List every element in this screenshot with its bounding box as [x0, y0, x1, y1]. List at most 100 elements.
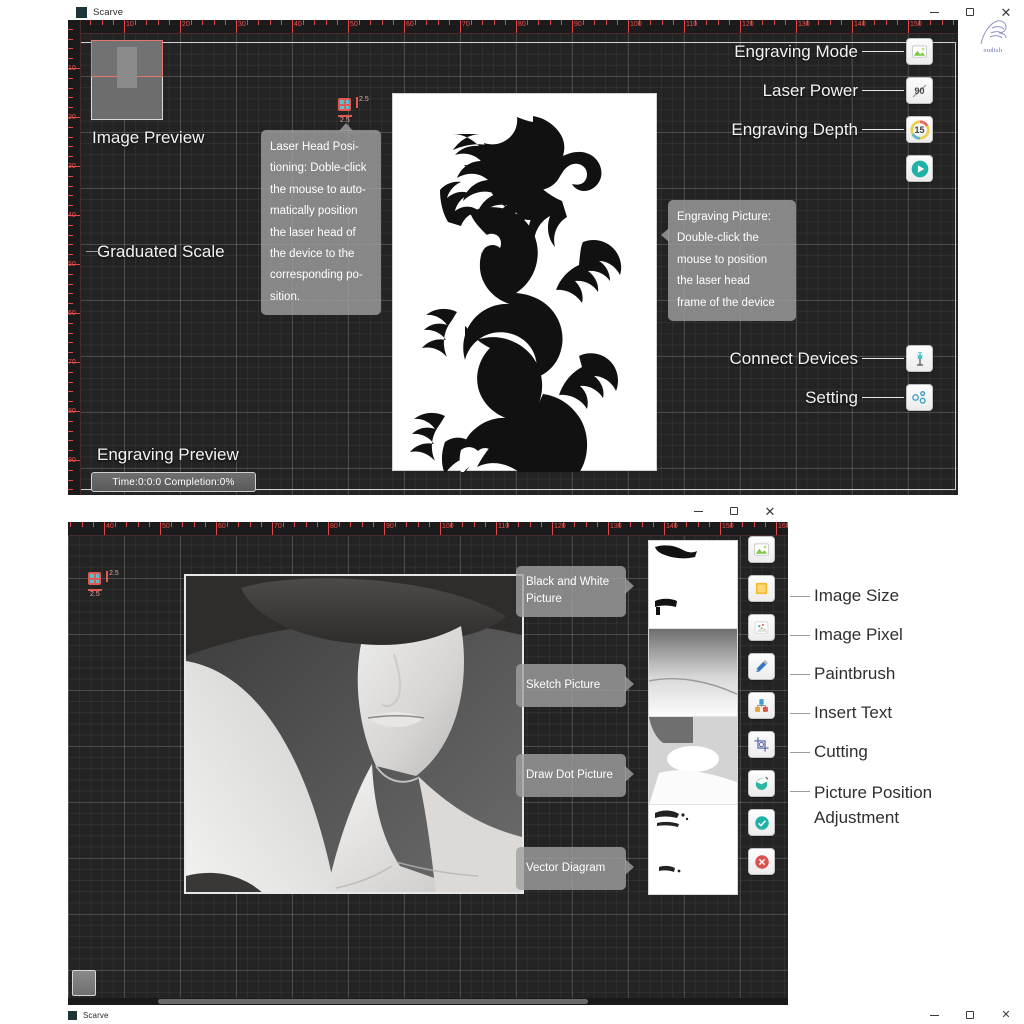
- maximize-icon[interactable]: [952, 1007, 988, 1023]
- thumbnail-black-white[interactable]: [649, 541, 737, 629]
- label-setting: Setting: [805, 388, 858, 407]
- ruler-tick: [325, 20, 327, 25]
- ruler-tick: [392, 20, 394, 25]
- ruler-label: 80: [518, 21, 526, 28]
- bubble-line-3: the mouse to auto-: [270, 183, 366, 196]
- thumbnail-sketch[interactable]: [649, 629, 737, 717]
- ruler-label: 140: [854, 21, 866, 28]
- button-laser-power[interactable]: 90: [906, 77, 933, 104]
- close-icon[interactable]: ✕: [988, 1007, 1024, 1023]
- ruler-tick: [227, 522, 229, 527]
- image-pixel-icon: [754, 621, 769, 634]
- bubble-line-5: the laser head of: [270, 226, 356, 239]
- close-icon[interactable]: ✕: [752, 500, 788, 522]
- minimize-icon[interactable]: [680, 500, 716, 522]
- window2-titlebar[interactable]: ✕: [68, 500, 788, 522]
- ruler-tick: [930, 20, 932, 25]
- button-connect-devices[interactable]: [906, 345, 933, 372]
- ruler-tick: [92, 522, 94, 527]
- button-paintbrush[interactable]: [748, 653, 775, 680]
- ruler-tick: [238, 522, 240, 527]
- button-cancel[interactable]: [748, 848, 775, 875]
- engraving-picture[interactable]: [392, 93, 657, 472]
- bubble-line-1: Vector Diagram: [526, 862, 606, 874]
- button-engraving-mode[interactable]: [748, 536, 775, 563]
- button-image-pixel[interactable]: [748, 614, 775, 641]
- ruler-label: 50: [68, 261, 76, 268]
- ruler-tick-major: [292, 20, 293, 33]
- preview-thumbnail-strip[interactable]: [648, 540, 738, 895]
- ruler-label: 100: [630, 21, 642, 28]
- leader-image-pixel: [790, 635, 810, 636]
- thumbnail-dot[interactable]: [649, 717, 737, 805]
- button-setting[interactable]: [906, 384, 933, 411]
- picture-position-icon: [755, 776, 769, 790]
- button-engraving-mode[interactable]: [906, 38, 933, 65]
- ruler-label: 100: [442, 523, 454, 530]
- button-cutting[interactable]: [748, 731, 775, 758]
- button-insert-text[interactable]: [748, 692, 775, 719]
- ruler-tick: [68, 303, 73, 305]
- button-picture-position-adjustment[interactable]: [748, 770, 775, 797]
- laser-head-marker[interactable]: 2.5 2.5: [338, 96, 369, 124]
- window1-workspace[interactable]: 2.5 2.5 Laser Head Posi- tioning: Doble-…: [68, 20, 958, 495]
- ruler-tick-major: [572, 20, 573, 33]
- ruler-tick: [594, 20, 596, 25]
- ruler-tick-major: [852, 20, 853, 33]
- button-start-engraving[interactable]: [906, 155, 933, 182]
- ruler-tick: [68, 273, 73, 275]
- ruler-tick: [473, 522, 475, 527]
- laser-head-v-bar: [106, 571, 108, 582]
- ruler-tick: [652, 522, 654, 527]
- crop-cutting-icon: [754, 737, 769, 752]
- ruler-tick-major: [180, 20, 181, 33]
- ruler-tick: [249, 522, 251, 527]
- leader-laser-power: [862, 90, 904, 91]
- ruler-tick: [115, 522, 117, 527]
- leader-setting: [862, 397, 904, 398]
- ruler-tick: [68, 136, 73, 138]
- button-confirm[interactable]: [748, 809, 775, 836]
- window2-horizontal-ruler[interactable]: 40 50 60 70 80 90 100 110 120 130 140 150 160: [68, 522, 788, 536]
- ruler-tick: [728, 20, 730, 25]
- label-insert-text: Insert Text: [814, 703, 893, 722]
- canvas-corner-handle[interactable]: [72, 970, 96, 996]
- ruler-tick: [874, 20, 876, 25]
- ruler-tick: [247, 20, 249, 25]
- image-preview-thumbnail[interactable]: [91, 40, 163, 120]
- ruler-tick: [68, 48, 73, 50]
- ruler-label: 50: [162, 523, 170, 530]
- ruler-tick: [305, 522, 307, 527]
- window3-titlebar[interactable]: Scarve ✕: [68, 1006, 1024, 1024]
- button-image-size[interactable]: [748, 575, 775, 602]
- laser-head-marker[interactable]: 2.5 2.5: [88, 570, 119, 598]
- ruler-label: 10: [126, 21, 134, 28]
- window2-horizontal-scrollbar[interactable]: [68, 998, 788, 1005]
- thumbnail-vector[interactable]: [649, 805, 737, 893]
- maximize-icon[interactable]: [716, 500, 752, 522]
- scrollbar-thumb[interactable]: [158, 999, 588, 1004]
- ruler-tick: [182, 522, 184, 527]
- ruler-tick: [68, 77, 73, 79]
- cancel-x-icon: [754, 854, 769, 869]
- window1-vertical-ruler[interactable]: 10 20 30 40 50 60 70 80 90: [68, 20, 81, 495]
- leader-connect-devices: [862, 358, 904, 359]
- minimize-icon[interactable]: [916, 1007, 952, 1023]
- ruler-tick: [70, 522, 72, 527]
- ruler-label: 150: [722, 523, 734, 530]
- ruler-tick: [773, 20, 775, 25]
- portrait-photo: [186, 576, 522, 892]
- ruler-tick: [168, 20, 170, 25]
- ruler-label: 40: [294, 21, 302, 28]
- ruler-tick: [68, 450, 73, 452]
- ruler-tick: [605, 20, 607, 25]
- button-engraving-depth[interactable]: 15: [906, 116, 933, 143]
- editor-photo[interactable]: [184, 574, 524, 894]
- play-start-icon: [911, 160, 928, 177]
- window2-workspace[interactable]: 2.5 2.5 Black and White Picture Sketch P…: [68, 522, 788, 1005]
- ruler-tick: [672, 20, 674, 25]
- window1-horizontal-ruler[interactable]: 102030405060708090100110120130140150160: [68, 20, 958, 34]
- leader-picture-position: [790, 791, 810, 792]
- usb-connect-icon: [916, 351, 923, 366]
- ruler-tick: [359, 20, 361, 25]
